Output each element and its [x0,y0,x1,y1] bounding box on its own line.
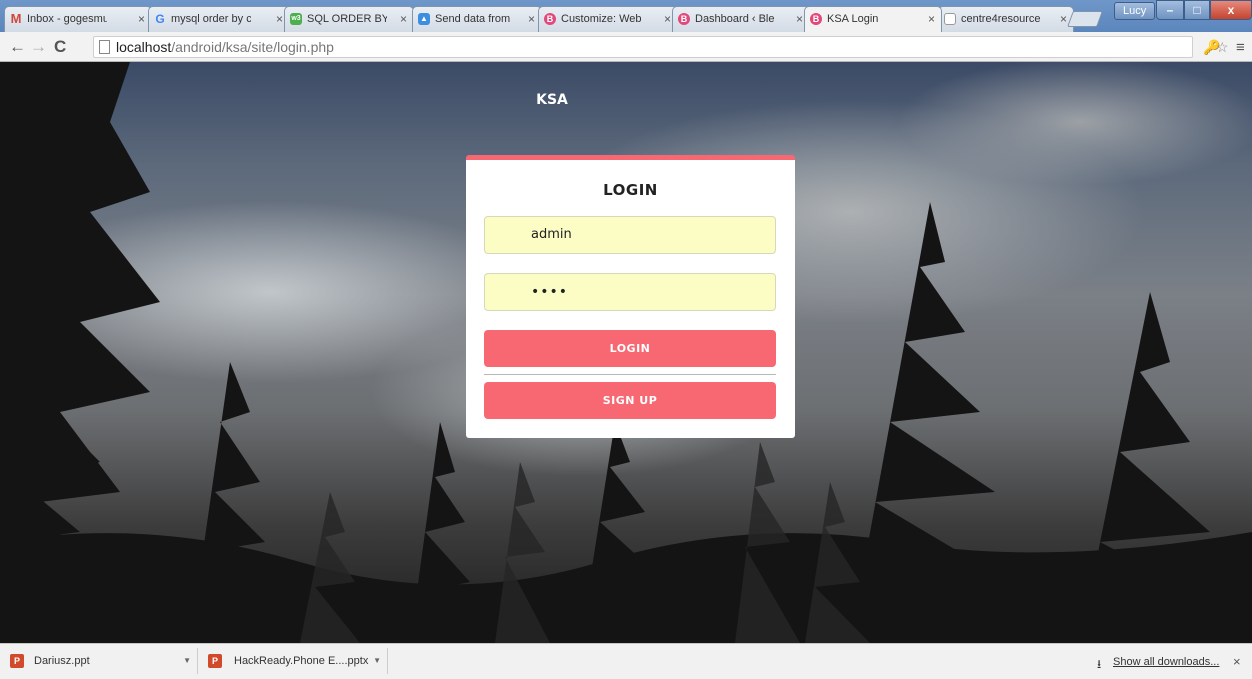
reload-icon[interactable]: C [54,37,66,57]
url-path: /android/ksa/site/login.php [171,39,334,55]
google-icon: G [155,12,165,26]
username-input[interactable]: admin [484,216,776,254]
close-icon[interactable]: × [138,7,145,31]
tab-sql-order[interactable]: w3 SQL ORDER BY K × [284,6,414,32]
login-card: LOGIN admin •••• LOGIN SIGN UP [466,155,795,438]
wordpress-icon: B [678,13,690,25]
forward-arrow-icon[interactable]: → [30,37,47,57]
browser-titlebar: M Inbox - gogesmu × G mysql order by c ×… [0,0,1252,32]
star-icon[interactable]: ☆ [1216,39,1229,56]
close-icon[interactable]: × [1233,654,1241,669]
close-icon[interactable]: × [928,7,935,31]
close-icon[interactable]: × [528,7,535,31]
close-icon[interactable]: × [664,7,671,31]
download-filename: Dariusz.ppt [34,655,90,667]
download-icon: ⭳ [1097,657,1102,671]
tab-mysql[interactable]: G mysql order by c × [148,6,290,32]
show-all-label: Show all downloads... [1113,656,1220,668]
login-title: LOGIN [603,181,658,199]
tab-dashboard[interactable]: B Dashboard ‹ Ble × [672,6,810,32]
url-host: localhost [116,39,172,55]
site-brand[interactable]: KSA [532,92,572,108]
maximize-button[interactable]: □ [1184,0,1210,20]
close-icon[interactable]: × [1060,7,1067,31]
signup-button[interactable]: SIGN UP [484,382,776,419]
tab-send-data[interactable]: ▲ Send data from × [412,6,542,32]
menu-icon[interactable]: ≡ [1236,39,1245,56]
ksa-icon: B [810,13,822,25]
tab-ksa-login[interactable]: B KSA Login × [804,6,942,32]
divider [484,374,776,375]
download-shelf: P Dariusz.ppt ▼ P HackReady.Phone E....p… [0,643,1252,679]
tab-title: SQL ORDER BY K [307,13,387,25]
tab-title: Customize: Web [561,13,641,25]
tab-centre4resource[interactable]: centre4resource × [938,6,1074,32]
page-icon [944,13,956,25]
wordpress-icon: B [544,13,556,25]
tab-title: KSA Login [827,13,879,25]
powerpoint-file-icon: P [208,654,222,668]
address-bar[interactable]: localhost/android/ksa/site/login.php [93,36,1193,58]
login-button[interactable]: LOGIN [484,330,776,367]
profile-button[interactable]: Lucy [1114,2,1156,20]
tab-title: Inbox - gogesmu [27,13,107,25]
download-item[interactable]: P Dariusz.ppt ▼ [0,648,198,674]
show-all-downloads-link[interactable]: ⭳ Show all downloads... [1097,656,1220,671]
page-icon [99,40,110,54]
chevron-down-icon[interactable]: ▼ [183,648,191,674]
new-tab-button[interactable] [1067,11,1103,27]
close-icon[interactable]: × [276,7,283,31]
powerpoint-file-icon: P [10,654,24,668]
tab-title: mysql order by c [171,13,251,25]
close-icon[interactable]: × [400,7,407,31]
chevron-down-icon[interactable]: ▼ [373,648,381,674]
download-item[interactable]: P HackReady.Phone E....pptx ▼ [198,648,388,674]
tab-inbox[interactable]: M Inbox - gogesmu × [4,6,152,32]
browser-toolbar: ← → C localhost/android/ksa/site/login.p… [0,32,1252,62]
tab-title: centre4resource [961,13,1041,25]
tab-customize[interactable]: B Customize: Web × [538,6,678,32]
android-icon: ▲ [418,13,430,25]
download-filename: HackReady.Phone E....pptx [234,655,369,667]
minimize-button[interactable]: – [1156,0,1184,20]
tab-title: Send data from [435,13,511,25]
page-viewport: KSA LOGIN admin •••• LOGIN SIGN UP [0,62,1252,643]
close-icon[interactable]: × [796,7,803,31]
tab-title: Dashboard ‹ Ble [695,13,775,25]
window-close-button[interactable]: x [1210,0,1252,20]
w3schools-icon: w3 [290,13,302,25]
password-input[interactable]: •••• [484,273,776,311]
back-arrow-icon[interactable]: ← [9,37,26,57]
gmail-icon: M [10,11,22,26]
